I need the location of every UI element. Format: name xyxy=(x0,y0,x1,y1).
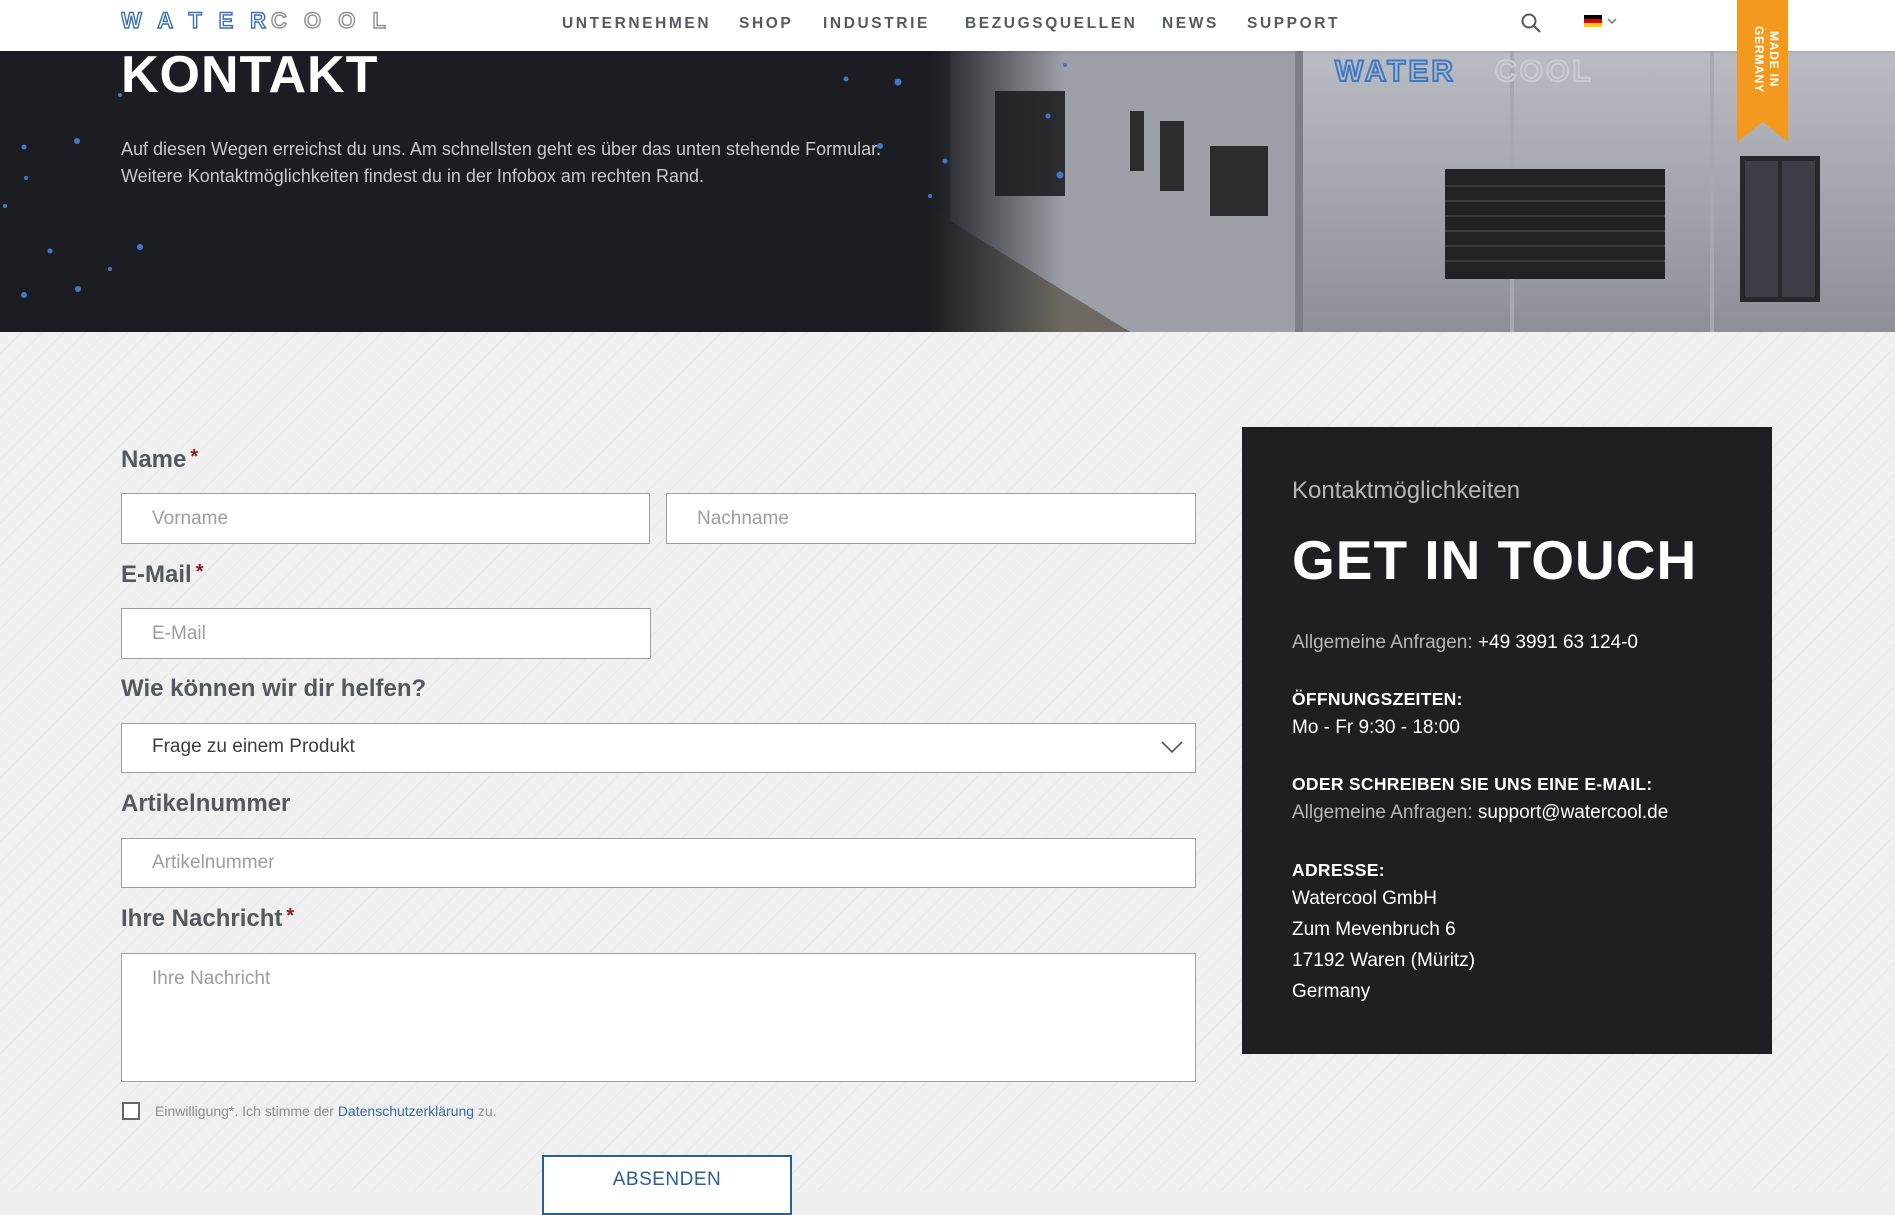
help-topic-value: Frage zu einem Produkt xyxy=(152,736,355,757)
required-mark: * xyxy=(190,446,199,468)
email-line: Allgemeine Anfragen: support@watercool.d… xyxy=(1292,802,1668,824)
address-line-4: Germany xyxy=(1292,981,1371,1002)
submit-button[interactable]: ABSENDEN xyxy=(542,1155,792,1215)
address-line-2: Zum Mevenbruch 6 xyxy=(1292,919,1456,940)
address-line-3: 17192 Waren (Müritz) xyxy=(1292,950,1476,971)
email-label: E-Mail * xyxy=(121,561,203,589)
select-arrow[interactable] xyxy=(1147,724,1195,772)
general-inquiries-label: Allgemeine Anfragen: xyxy=(1292,632,1473,653)
infobox-title: GET IN TOUCH xyxy=(1292,529,1698,591)
chevron-down-icon xyxy=(1607,18,1617,25)
email-label-text: E-Mail xyxy=(121,561,192,588)
required-mark: * xyxy=(286,905,295,927)
phone-number[interactable]: +49 3991 63 124-0 xyxy=(1478,632,1638,653)
help-topic-select[interactable]: Frage zu einem Produkt xyxy=(121,723,1196,773)
top-navigation-bar: WATER COOL UNTERNEHMEN SHOP INDUSTRIE BE… xyxy=(0,0,1895,51)
phone-line: Allgemeine Anfragen: +49 3991 63 124-0 xyxy=(1292,632,1638,654)
required-mark: * xyxy=(195,561,204,583)
consent-label: Einwilligung*. Ich stimme der Datenschut… xyxy=(155,1103,497,1119)
page-title: KONTAKT xyxy=(121,51,379,104)
firstname-input[interactable] xyxy=(121,493,650,544)
nav-shop[interactable]: SHOP xyxy=(739,15,793,33)
contact-infobox: Kontaktmöglichkeiten GET IN TOUCH Allgem… xyxy=(1242,427,1772,1054)
infobox-subtitle: Kontaktmöglichkeiten xyxy=(1292,477,1521,504)
nav-support[interactable]: SUPPORT xyxy=(1247,15,1340,33)
hero-text-line-2: Weitere Kontaktmöglichkeiten findest du … xyxy=(121,166,704,186)
search-icon[interactable] xyxy=(1520,12,1542,34)
email-heading: ODER SCHREIBEN SIE UNS EINE E-MAIL: xyxy=(1292,774,1653,794)
help-label: Wie können wir dir helfen? xyxy=(121,675,427,702)
made-in-germany-label: MADE IN GERMANY xyxy=(1747,18,1781,100)
consent-after-text: zu. xyxy=(474,1103,497,1119)
svg-text:WATER: WATER xyxy=(121,10,269,30)
nav-news[interactable]: NEWS xyxy=(1162,15,1219,33)
address-heading: ADRESSE: xyxy=(1292,860,1385,880)
consent-checkbox[interactable] xyxy=(122,1102,140,1120)
message-label: Ihre Nachricht * xyxy=(121,905,294,933)
name-label-text: Name xyxy=(121,446,187,473)
email-input[interactable] xyxy=(121,608,651,659)
opening-hours: Mo - Fr 9:30 - 18:00 xyxy=(1292,717,1460,738)
privacy-policy-link[interactable]: Datenschutzerklärung xyxy=(338,1103,474,1119)
support-email-link[interactable]: support@watercool.de xyxy=(1478,802,1668,823)
hero-text-line-1: Auf diesen Wegen erreichst du uns. Am sc… xyxy=(121,139,882,159)
message-label-text: Ihre Nachricht xyxy=(121,905,283,932)
nav-bezugsquellen[interactable]: BEZUGSQUELLEN xyxy=(965,15,1137,33)
message-textarea[interactable] xyxy=(121,953,1196,1082)
german-flag-icon xyxy=(1584,15,1602,27)
language-switcher[interactable] xyxy=(1584,15,1622,31)
nav-industrie[interactable]: INDUSTRIE xyxy=(823,15,930,33)
chevron-down-icon xyxy=(1161,741,1183,754)
nav-unternehmen[interactable]: UNTERNEHMEN xyxy=(562,15,711,33)
ribbon-line-1: MADE IN xyxy=(1767,30,1781,88)
svg-text:COOL: COOL xyxy=(271,10,389,30)
watercool-logo[interactable]: WATER COOL xyxy=(121,10,389,30)
article-number-input[interactable] xyxy=(121,838,1196,888)
email-inquiries-label: Allgemeine Anfragen: xyxy=(1292,802,1473,823)
ribbon-line-2: GERMANY xyxy=(1752,25,1766,93)
address-line-1: Watercool GmbH xyxy=(1292,888,1437,909)
lastname-input[interactable] xyxy=(666,493,1196,544)
opening-hours-heading: ÖFFNUNGSZEITEN: xyxy=(1292,689,1463,709)
article-label: Artikelnummer xyxy=(121,790,291,817)
consent-text: Einwilligung*. Ich stimme der xyxy=(155,1103,338,1119)
name-label: Name * xyxy=(121,446,198,474)
hero-banner: WATER COOL KONTAKT Auf diesen Wegen erre… xyxy=(0,51,1895,332)
hero-description: Auf diesen Wegen erreichst du uns. Am sc… xyxy=(121,136,981,190)
